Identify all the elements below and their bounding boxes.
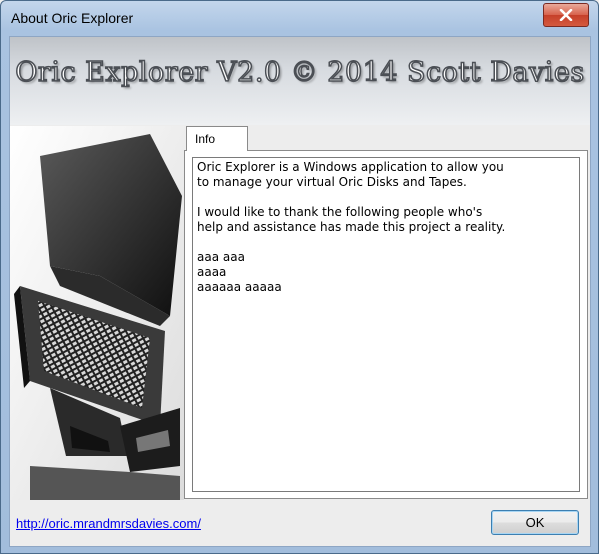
website-link[interactable]: http://oric.mrandmrsdavies.com/ — [16, 516, 201, 531]
close-button[interactable] — [543, 3, 589, 27]
close-icon — [559, 9, 573, 21]
thanks-name: aaaaaa aaaaa — [197, 280, 282, 294]
info-line: help and assistance has made this projec… — [197, 220, 506, 234]
info-line: I would like to thank the following peop… — [197, 205, 483, 219]
title-bar[interactable]: About Oric Explorer — [1, 1, 598, 36]
about-dialog: About Oric Explorer Oric Explorer V2.0 ©… — [0, 0, 599, 554]
oric-computer-image — [10, 126, 184, 500]
banner-title: Oric Explorer V2.0 © 2014 Scott Davies — [15, 56, 585, 89]
thanks-name: aaa aaa — [197, 250, 245, 264]
thanks-name: aaaa — [197, 265, 227, 279]
dialog-client-area: Oric Explorer V2.0 © 2014 Scott Davies I… — [9, 36, 591, 547]
tab-info[interactable]: Info — [186, 126, 248, 151]
window-title: About Oric Explorer — [11, 10, 134, 26]
banner: Oric Explorer V2.0 © 2014 Scott Davies — [10, 37, 590, 125]
tab-panel-info: Oric Explorer is a Windows application t… — [184, 150, 588, 499]
info-line: Oric Explorer is a Windows application t… — [197, 160, 504, 174]
info-text-box[interactable]: Oric Explorer is a Windows application t… — [192, 157, 580, 492]
info-line: to manage your virtual Oric Disks and Ta… — [197, 175, 467, 189]
ok-button[interactable]: OK — [491, 510, 579, 535]
